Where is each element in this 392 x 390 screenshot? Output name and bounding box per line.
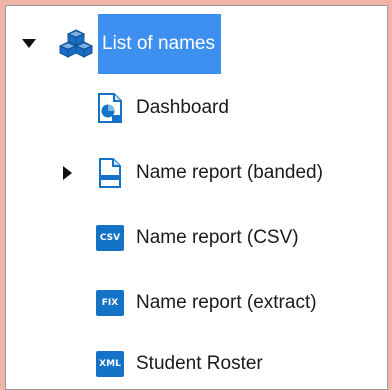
fix-badge: FIX [96,290,124,316]
tree-item-label: Dashboard [136,97,229,118]
tree-item-label: Name report (banded) [136,162,323,183]
tree-item-name-report-csv[interactable]: CSV Name report (CSV) [94,222,299,254]
tree-root-label: List of names [98,14,221,74]
document-icon [94,157,126,189]
expand-arrow-right-icon[interactable] [58,163,78,183]
fix-icon: FIX [94,287,126,319]
dashboard-icon [94,92,126,124]
tree-item-label: Name report (CSV) [136,227,299,248]
tree-item-name-report-banded[interactable]: Name report (banded) [94,157,323,189]
tree-panel: List of names Dashboard Name report (ban… [5,5,388,390]
tree-item-dashboard[interactable]: Dashboard [94,92,229,124]
expand-arrow-down-icon[interactable] [19,34,39,54]
csv-icon: CSV [94,222,126,254]
tree-item-name-report-extract[interactable]: FIX Name report (extract) [94,287,317,319]
csv-badge: CSV [96,225,124,251]
tree-item-student-roster[interactable]: XML Student Roster [94,348,263,380]
cubes-icon [58,28,94,60]
xml-badge: XML [96,351,124,377]
xml-icon: XML [94,348,126,380]
tree-item-label: Student Roster [136,353,263,374]
tree-root-row[interactable]: List of names [58,14,221,74]
tree-item-label: Name report (extract) [136,292,317,313]
